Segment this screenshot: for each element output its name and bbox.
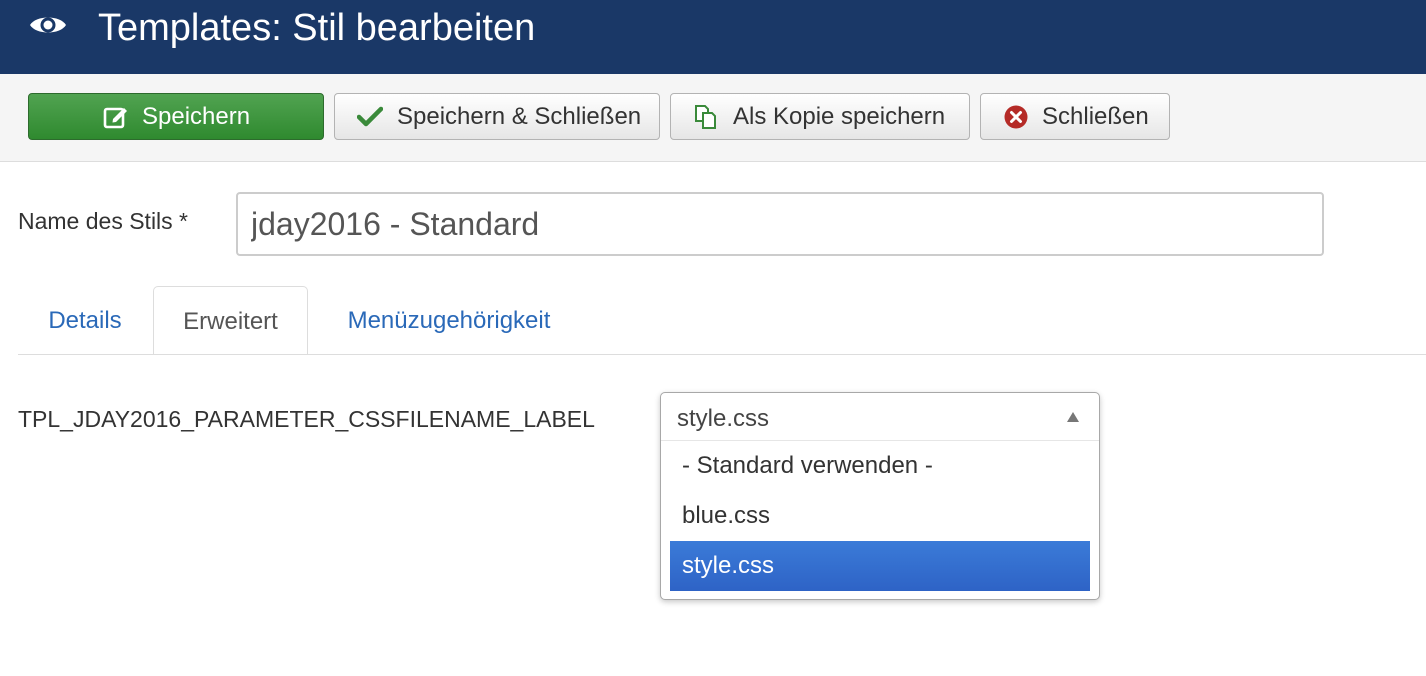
css-filename-label: TPL_JDAY2016_PARAMETER_CSSFILENAME_LABEL (18, 406, 595, 432)
page-title: Templates: Stil bearbeiten (98, 7, 536, 49)
close-button-label: Schließen (1042, 103, 1149, 130)
save-and-close-button[interactable]: Speichern & Schließen (334, 93, 660, 140)
checkmark-icon (357, 106, 383, 127)
style-name-input[interactable] (236, 192, 1324, 256)
toolbar: Speichern Speichern & Schließen Als Kopi… (0, 74, 1426, 162)
save-as-copy-button[interactable]: Als Kopie speichern (670, 93, 970, 140)
tab-menuzugehoerigkeit[interactable]: Menüzugehörigkeit (308, 286, 590, 355)
eye-icon (30, 17, 66, 33)
edit-icon (103, 107, 127, 129)
css-filename-select[interactable]: style.css - Standard verwenden - blue.cs… (660, 392, 1100, 600)
save-and-close-label: Speichern & Schließen (397, 103, 642, 130)
select-option[interactable]: blue.css (670, 491, 1090, 541)
close-button[interactable]: Schließen (980, 93, 1170, 140)
copy-icon (695, 105, 716, 129)
caret-up-icon[interactable] (1065, 410, 1081, 424)
select-current-value[interactable]: style.css (677, 405, 769, 433)
page-header: Templates: Stil bearbeiten (0, 0, 1426, 74)
style-name-label: Name des Stils * (18, 208, 189, 234)
save-button[interactable]: Speichern (28, 93, 324, 140)
close-circle-icon (1004, 105, 1028, 129)
tabs-divider (18, 354, 1426, 355)
tab-erweitert[interactable]: Erweitert (153, 286, 308, 355)
select-option-highlighted[interactable]: style.css (670, 541, 1090, 591)
save-as-copy-label: Als Kopie speichern (733, 103, 946, 130)
save-button-label: Speichern (142, 103, 251, 130)
tab-details[interactable]: Details (18, 286, 152, 355)
select-option[interactable]: - Standard verwenden - (670, 441, 1090, 491)
